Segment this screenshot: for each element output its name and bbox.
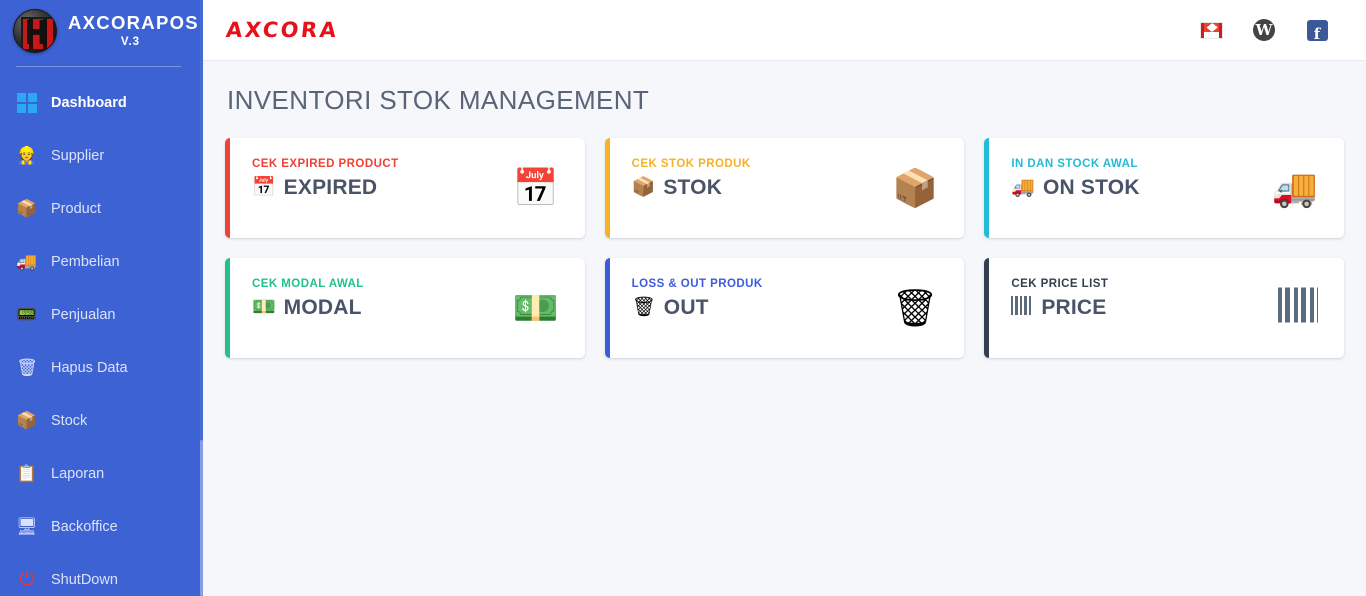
card-expired[interactable]: CEK EXPIRED PRODUCT 📅 EXPIRED 📅 [225,138,585,238]
app-root: AXCORAPOS V.3 Dashboard 👷 Supplier 📦 Product… [0,0,1366,596]
sidebar-item-label: Product [51,200,101,217]
sidebar-scrollbar-thumb[interactable] [200,440,203,596]
sidebar-item-label: Laporan [51,465,105,482]
barcode-icon-large [1277,287,1318,329]
card-modal[interactable]: CEK MODAL AWAL 💵 MODAL 💵 [225,258,585,358]
sidebar-item-backoffice[interactable]: 🖥 Backoffice [0,500,203,553]
package-box-icon: 📦 [631,176,656,198]
gmail-glyph [1199,21,1223,39]
product-box-icon: 📦 [16,199,38,218]
sidebar-divider [16,66,181,67]
sidebar-item-label: Stock [51,412,88,429]
delivery-truck-icon: 🚚 [16,252,38,271]
delivery-truck-icon: 🚚 [1011,176,1035,198]
sidebar-item-label: Backoffice [51,518,118,535]
sidebar-item-product[interactable]: 📦 Product [0,182,203,235]
windows-tiles-icon [14,91,40,115]
supplier-person-icon: 👷 [16,146,38,165]
calendar-icon: 📅 [252,176,276,198]
sidebar-item-label: Penjualan [51,306,116,323]
main-area: AXCORA W f INVENTORI STOK MANAGEMENT CEK… [203,0,1366,596]
trash-can-icon: 🗑 [631,296,656,318]
trash-can-icon-large: 🗑 [891,287,939,329]
wordpress-icon[interactable]: W [1252,18,1276,42]
delivery-truck-icon-large: 🚚 [1271,167,1318,209]
sidebar-item-dashboard[interactable]: Dashboard [0,76,203,129]
barcode-icon [1011,295,1034,319]
card-title: OUT [663,295,709,319]
sidebar-item-pembelian[interactable]: 🚚 Pembelian [0,235,203,288]
sidebar-item-stock[interactable]: 📦 Stock [0,394,203,447]
sidebar-item-hapus-data[interactable]: 🗑 Hapus Data [0,341,203,394]
topbar: AXCORA W f [203,0,1366,61]
inventory-card-grid: CEK EXPIRED PRODUCT 📅 EXPIRED 📅 CEK STOK PRO… [225,138,1344,358]
gmail-icon[interactable] [1199,18,1223,42]
sidebar-item-label: Hapus Data [51,359,128,376]
sidebar: AXCORAPOS V.3 Dashboard 👷 Supplier 📦 Product… [0,0,203,596]
cash-register-icon: 📟 [16,305,38,324]
card-title: PRICE [1041,295,1107,319]
brand-name: AXCORAPOS [68,11,199,33]
clipboard-report-icon: 📋 [16,464,38,483]
businessman-money-icon: 💵 [252,296,276,318]
card-title: MODAL [283,295,362,319]
sidebar-item-laporan[interactable]: 📋 Laporan [0,447,203,500]
card-out[interactable]: LOSS & OUT PRODUK 🗑 OUT 🗑 [604,258,965,358]
sidebar-item-label: Supplier [51,147,105,164]
page-title: INVENTORI STOK MANAGEMENT [227,85,650,115]
card-title: EXPIRED [283,175,378,199]
card-title: STOK [663,175,723,199]
card-stok[interactable]: CEK STOK PRODUK 📦 STOK 📦 [604,138,965,238]
card-price[interactable]: CEK PRICE LIST PRICE [984,258,1344,358]
calendar-icon-large: 📅 [512,167,559,209]
sidebar-menu: Dashboard 👷 Supplier 📦 Product 🚚 Pembelian 📟 Pen… [0,76,203,596]
axcora-wordmark-logo: AXCORA [224,17,340,42]
businessman-money-icon-large: 💵 [512,287,559,329]
package-box-icon-large: 📦 [892,167,939,209]
brand-text: AXCORAPOS V.3 [68,11,199,49]
sidebar-scrollbar[interactable] [200,0,203,596]
card-on-stok[interactable]: IN DAN STOCK AWAL 🚚 ON STOK 🚚 [984,138,1344,238]
trash-can-icon: 🗑 [16,358,38,377]
sidebar-item-label: Dashboard [51,94,127,111]
axcora-badge-logo-icon [13,9,57,53]
sidebar-brand[interactable]: AXCORAPOS V.3 [0,0,203,62]
wordpress-glyph: W [1253,19,1275,41]
topbar-icon-group: W f [1199,18,1345,42]
power-icon: ⏻ [19,569,35,590]
content-area: INVENTORI STOK MANAGEMENT CEK EXPIRED PR… [203,61,1366,596]
facebook-icon[interactable]: f [1305,18,1329,42]
card-title: ON STOK [1043,175,1140,199]
sidebar-item-label: Pembelian [51,253,120,270]
monitor-icon: 🖥 [16,517,38,536]
stock-box-icon: 📦 [16,411,38,430]
brand-version: V.3 [120,36,141,48]
sidebar-item-penjualan[interactable]: 📟 Penjualan [0,288,203,341]
sidebar-item-shutdown[interactable]: ⏻ ShutDown [0,553,203,596]
sidebar-item-supplier[interactable]: 👷 Supplier [0,129,203,182]
facebook-glyph: f [1306,19,1328,41]
sidebar-item-label: ShutDown [51,571,118,588]
